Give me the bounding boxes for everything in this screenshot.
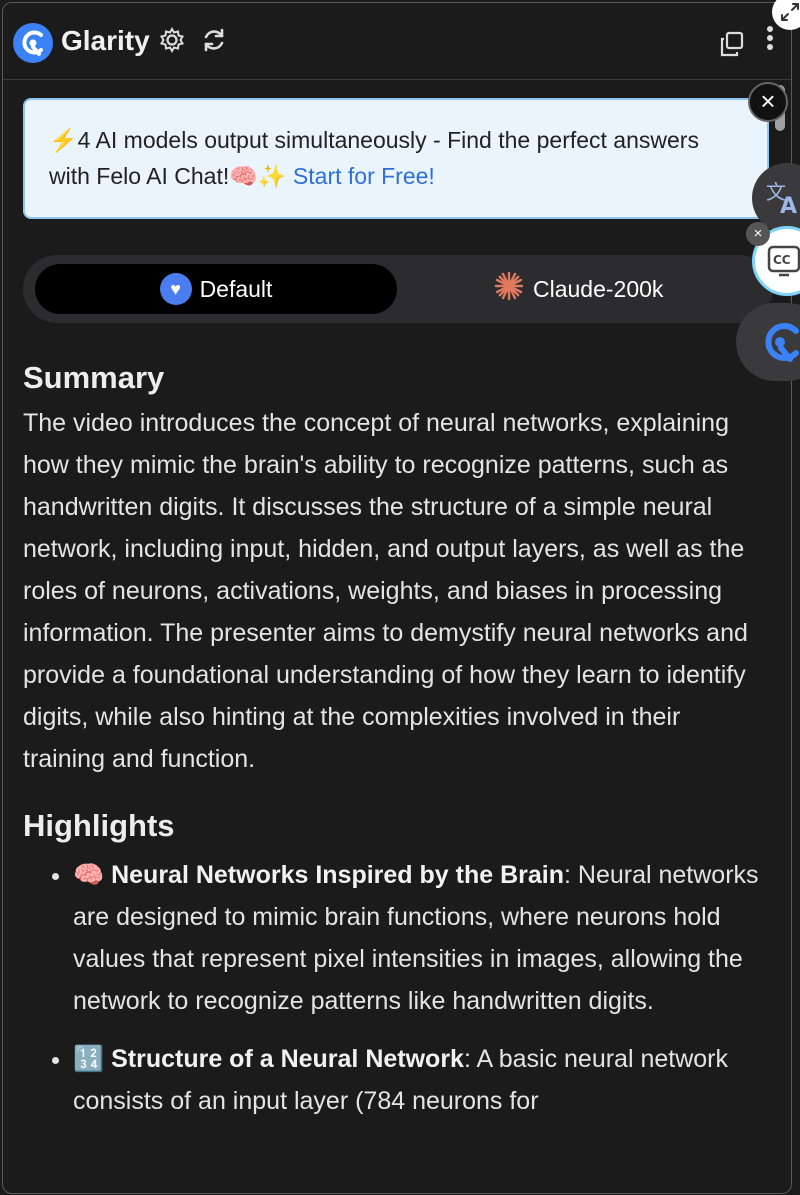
summary-text: The video introduces the concept of neur…	[23, 409, 748, 773]
expand-icon[interactable]	[772, 0, 800, 30]
glarity-side-icon	[765, 323, 799, 362]
model-tab-claude-label: Claude-200k	[533, 275, 664, 302]
highlight-item: 🧠 Neural Networks Inspired by the Brain:…	[73, 854, 763, 1022]
heart-icon: ♥	[159, 273, 192, 305]
highlight-title: Neural Networks Inspired by the Brain	[111, 861, 564, 889]
model-tab-default[interactable]: ♥ Default	[35, 264, 397, 314]
copy-icon[interactable]	[717, 29, 747, 59]
brand-title: Glarity	[61, 25, 150, 56]
highlights-list: 🧠 Neural Networks Inspired by the Brain:…	[23, 854, 763, 1122]
brain-emoji-icon: 🧠	[73, 861, 105, 889]
promo-banner: ⚡4 AI models output simultaneously - Fin…	[23, 98, 769, 219]
highlight-title: Structure of a Neural Network	[111, 1045, 464, 1073]
model-selector: ♥ Default Claude-200k	[23, 255, 773, 323]
dismiss-cc-icon[interactable]: ×	[746, 222, 770, 246]
svg-text:CC: CC	[773, 253, 791, 267]
highlight-item: 🔢 Structure of a Neural Network: A basic…	[73, 1038, 763, 1122]
settings-gear-icon[interactable]	[157, 25, 187, 55]
model-tab-claude[interactable]: Claude-200k	[493, 264, 663, 314]
refresh-icon[interactable]	[199, 25, 229, 55]
glarity-panel: Glarity ⚡4 AI models output simultaneous…	[2, 2, 792, 1194]
glarity-logo-icon	[13, 23, 53, 63]
close-banner-button[interactable]: ×	[748, 82, 788, 122]
svg-text:A: A	[780, 194, 797, 219]
model-tab-default-label: Default	[199, 275, 273, 302]
summary-content: Summary The video introduces the concept…	[23, 358, 763, 1138]
highlights-heading: Highlights	[23, 808, 175, 843]
start-free-link[interactable]: Start for Free!	[293, 163, 435, 189]
glarity-side-button[interactable]	[736, 303, 800, 381]
numbers-emoji-icon: 🔢	[73, 1045, 105, 1073]
panel-header: Glarity	[3, 3, 791, 80]
summary-heading: Summary	[23, 360, 165, 395]
claude-burst-icon	[493, 270, 525, 308]
